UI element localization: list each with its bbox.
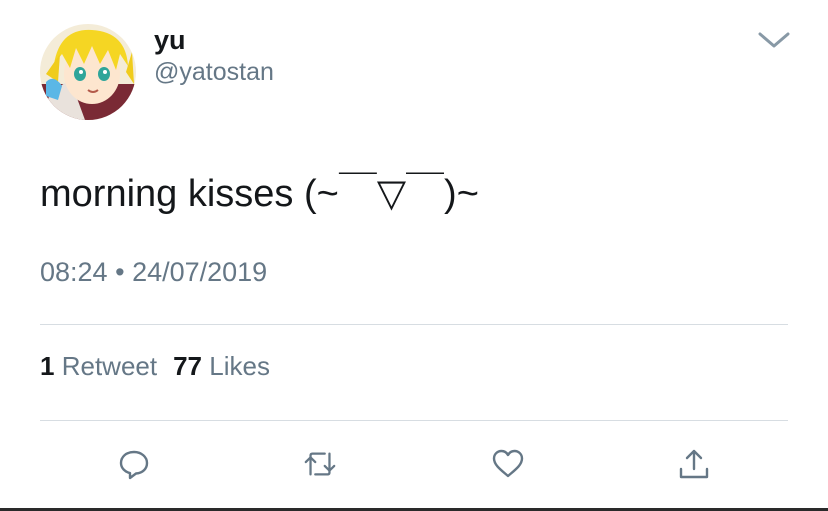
display-name[interactable]: yu	[154, 24, 186, 56]
user-handle[interactable]: @yatostan	[154, 57, 274, 87]
retweets-count: 1	[40, 351, 55, 381]
likes-count: 77	[173, 351, 203, 381]
share-icon	[679, 449, 709, 479]
divider	[40, 420, 788, 421]
tweet-date: 24/07/2019	[132, 257, 268, 287]
likes-label: Likes	[209, 351, 270, 381]
divider	[40, 324, 788, 325]
heart-icon	[492, 449, 524, 478]
reply-icon	[119, 450, 149, 480]
tweet-time: 08:24	[40, 257, 108, 287]
likes-stat[interactable]: 77 Likes	[173, 351, 270, 381]
share-button[interactable]	[676, 446, 712, 482]
retweet-icon	[304, 452, 336, 476]
reply-button[interactable]	[116, 446, 152, 482]
like-button[interactable]	[490, 446, 526, 482]
retweet-button[interactable]	[302, 446, 338, 482]
tweet-timestamp: 08:24 • 24/07/2019	[40, 252, 267, 292]
retweets-stat[interactable]: 1 Retweet	[40, 351, 157, 381]
avatar[interactable]	[40, 24, 136, 120]
avatar-image	[40, 24, 136, 120]
chevron-down-icon[interactable]	[756, 28, 792, 52]
retweets-label: Retweet	[61, 351, 158, 381]
timestamp-separator: •	[115, 257, 125, 287]
tweet-text: morning kisses (~￣▽￣)~	[40, 173, 479, 215]
engagement-stats: 1 Retweet 77 Likes	[40, 346, 270, 386]
